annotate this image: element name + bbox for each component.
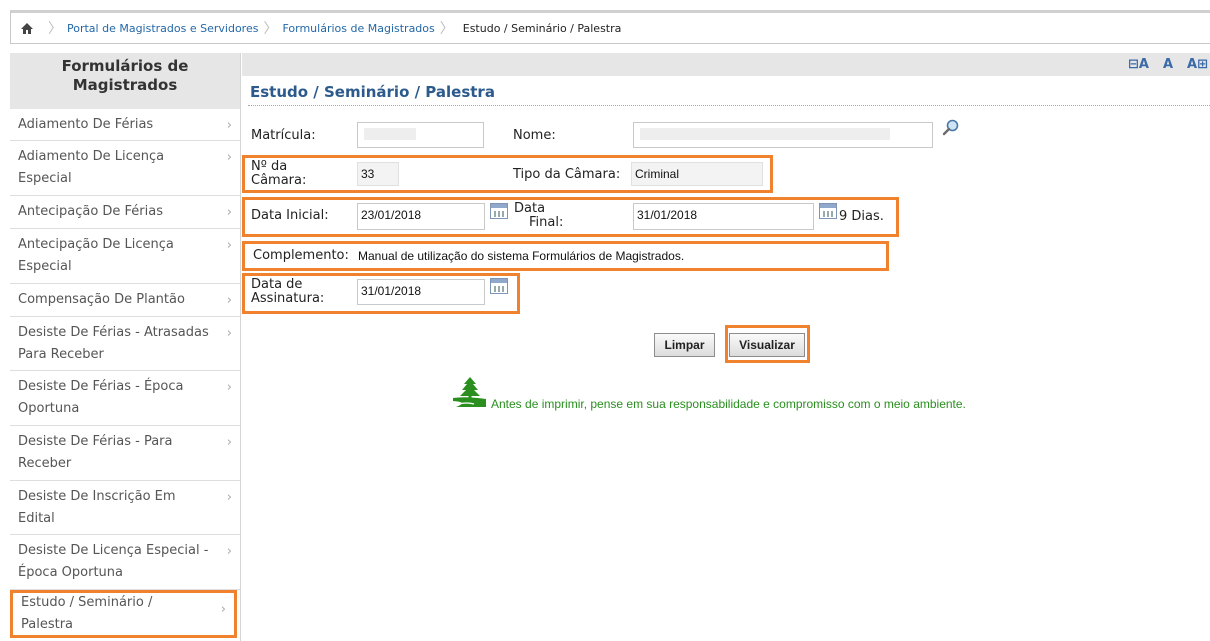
breadcrumb-current: Estudo / Seminário / Palestra (462, 21, 622, 35)
sidebar-item-compensacao-plantao[interactable]: Compensação De Plantão › (10, 284, 240, 317)
sidebar-item-adiamento-licenca[interactable]: Adiamento De Licença Especial › (10, 141, 240, 196)
chevron-right-icon: › (226, 435, 232, 450)
sidebar-item-label: Adiamento De Férias (18, 116, 154, 132)
font-decrease-button[interactable]: ⊟A (1128, 57, 1149, 72)
title-divider (248, 105, 1210, 106)
redacted-value (640, 128, 890, 140)
calendar-icon[interactable] (490, 278, 508, 294)
matricula-input[interactable] (357, 122, 484, 148)
dias-count: 9 Dias. (839, 209, 884, 224)
sidebar-item-desiste-inscricao[interactable]: Desiste De Inscrição Em Edital › (10, 481, 240, 535)
sidebar-item-label: Estudo / Seminário / Palestra (21, 595, 153, 632)
breadcrumb-separator: 〉 (263, 21, 278, 37)
sidebar-item-label: Antecipação De Férias (18, 204, 164, 219)
chevron-right-icon: › (226, 118, 232, 133)
sidebar-item-desiste-ferias-receber[interactable]: Desiste De Férias - Para Receber › (10, 426, 240, 481)
visualizar-button[interactable]: Visualizar (729, 333, 805, 357)
chevron-right-icon: › (226, 205, 232, 220)
data-inicial-input[interactable]: 23/01/2018 (357, 203, 485, 230)
chevron-right-icon: › (220, 602, 226, 617)
limpar-button[interactable]: Limpar (654, 333, 715, 357)
chevron-right-icon: › (226, 326, 232, 341)
nome-label: Nome: (513, 128, 556, 143)
eco-message: Antes de imprimir, pense em sua responsa… (452, 376, 966, 412)
data-final-input[interactable]: 31/01/2018 (633, 203, 814, 230)
data-inicial-label: Data Inicial: (251, 208, 329, 223)
font-size-toolbar: ⊟A A A⊞ (242, 53, 1210, 76)
sidebar-item-desiste-ferias-epoca[interactable]: Desiste De Férias - Época Oportuna › (10, 371, 240, 426)
search-icon[interactable] (942, 119, 959, 140)
sidebar-item-antecipacao-licenca[interactable]: Antecipação De Licença Especial › (10, 229, 240, 284)
redacted-value (364, 128, 416, 140)
nome-input[interactable] (633, 122, 933, 148)
calendar-icon[interactable] (819, 203, 837, 219)
chevron-right-icon: › (226, 293, 232, 308)
main-content: ⊟A A A⊞ Estudo / Seminário / Palestra Ma… (242, 53, 1210, 641)
sidebar-item-desiste-ferias-atrasadas[interactable]: Desiste De Férias - Atrasadas Para Receb… (10, 317, 240, 371)
data-final-label: Data Final: (514, 201, 564, 230)
sidebar-item-antecipacao-ferias[interactable]: Antecipação De Férias › (10, 196, 240, 229)
complemento-label: Complemento: (253, 248, 349, 263)
breadcrumb: 〉 Portal de Magistrados e Servidores 〉 F… (10, 10, 1210, 44)
chevron-right-icon: › (226, 544, 232, 559)
matricula-label: Matrícula: (251, 128, 316, 143)
chevron-right-icon: › (226, 380, 232, 395)
sidebar-title: Formulários de Magistrados (10, 53, 240, 109)
sidebar: Formulários de Magistrados Adiamento De … (10, 53, 241, 641)
sidebar-item-label: Desiste De Férias - Época Oportuna (18, 379, 184, 416)
chevron-right-icon: › (226, 238, 232, 253)
sidebar-item-desiste-licenca[interactable]: Desiste De Licença Especial - Época Opor… (10, 535, 240, 590)
font-normal-button[interactable]: A (1163, 57, 1173, 72)
tipo-camara-field: Criminal (631, 162, 763, 186)
tree-road-icon (452, 376, 488, 412)
sidebar-item-estudo-seminario[interactable]: Estudo / Seminário / Palestra › (10, 590, 237, 638)
home-icon[interactable] (11, 13, 43, 43)
sidebar-item-adiamento-ferias[interactable]: Adiamento De Férias › (10, 109, 240, 141)
breadcrumb-separator: 〉 (439, 21, 454, 37)
breadcrumb-link-portal[interactable]: Portal de Magistrados e Servidores (67, 22, 258, 35)
sidebar-item-label: Antecipação De Licença Especial (18, 237, 174, 274)
eco-message-text: Antes de imprimir, pense em sua responsa… (491, 397, 966, 411)
sidebar-item-label: Desiste De Licença Especial - Época Opor… (18, 543, 209, 580)
assinatura-label: Data de Assinatura: (251, 277, 325, 306)
breadcrumb-link-formularios[interactable]: Formulários de Magistrados (282, 22, 434, 35)
breadcrumb-separator: 〉 (48, 21, 62, 37)
sidebar-item-label: Desiste De Inscrição Em Edital (18, 488, 176, 526)
sidebar-item-label: Desiste De Férias - Para Receber (18, 434, 173, 471)
chevron-right-icon: › (226, 150, 232, 165)
camara-number-field: 33 (357, 162, 399, 186)
sidebar-item-label: Desiste De Férias - Atrasadas Para Receb… (18, 324, 209, 362)
page-title: Estudo / Seminário / Palestra (250, 83, 495, 101)
camara-number-label: Nº da Câmara: (251, 159, 307, 188)
complemento-input[interactable]: Manual de utilização do sistema Formulár… (356, 246, 883, 266)
calendar-icon[interactable] (490, 203, 508, 219)
sidebar-item-label: Compensação De Plantão (18, 292, 185, 307)
sidebar-item-label: Adiamento De Licença Especial (18, 149, 165, 186)
font-increase-button[interactable]: A⊞ (1187, 57, 1208, 72)
tipo-camara-label: Tipo da Câmara: (513, 167, 621, 182)
chevron-right-icon: › (226, 490, 232, 505)
data-assinatura-input[interactable]: 31/01/2018 (357, 279, 485, 305)
